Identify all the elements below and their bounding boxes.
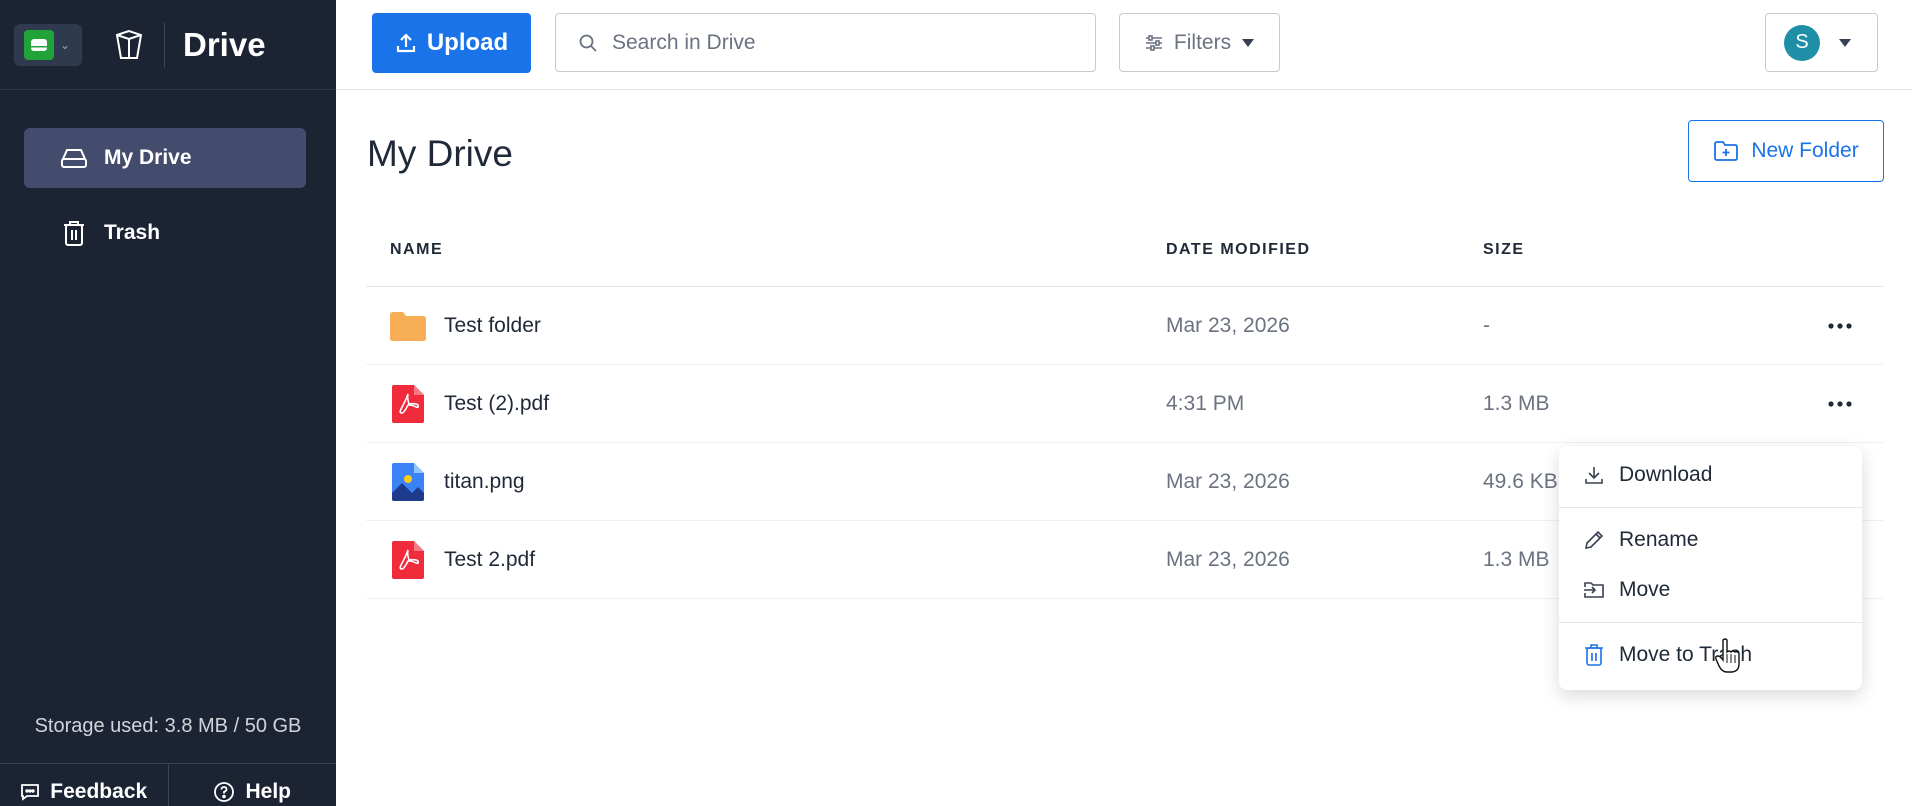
table-header: NAME DATE MODIFIED SIZE xyxy=(366,241,1884,287)
avatar: S xyxy=(1784,24,1820,61)
date-cell: Mar 23, 2026 xyxy=(1166,314,1290,337)
upload-label: Upload xyxy=(426,29,509,56)
brand-logo-icon xyxy=(115,29,143,59)
name-cell: titan.png xyxy=(390,443,525,521)
new-folder-button[interactable]: New Folder xyxy=(1688,120,1884,182)
menu-item-rename[interactable]: Rename xyxy=(1559,515,1862,565)
more-options-button[interactable] xyxy=(1818,365,1862,443)
drive-app-icon xyxy=(24,29,54,60)
date-cell: Mar 23, 2026 xyxy=(1166,548,1290,571)
more-horizontal-icon xyxy=(1828,401,1852,407)
folder-plus-icon xyxy=(1714,141,1739,161)
menu-item-label: Download xyxy=(1619,463,1713,486)
caret-down-icon xyxy=(1242,38,1255,47)
drive-icon xyxy=(60,144,88,172)
feedback-label: Feedback xyxy=(50,780,148,803)
sidebar-item-trash[interactable]: Trash xyxy=(24,203,306,263)
app-switcher[interactable]: ⌄ xyxy=(14,23,82,66)
file-name: Test folder xyxy=(444,314,541,337)
pencil-icon xyxy=(1584,530,1604,550)
feedback-button[interactable]: Feedback xyxy=(0,764,169,806)
column-header-name[interactable]: NAME xyxy=(390,241,443,259)
feedback-icon xyxy=(21,784,40,801)
menu-item-move-to-trash[interactable]: Move to Trash xyxy=(1559,630,1862,680)
file-name: Test (2).pdf xyxy=(444,392,550,415)
image-file-icon xyxy=(390,463,426,501)
size-cell: 49.6 KB xyxy=(1483,470,1558,493)
divider xyxy=(164,21,165,68)
account-menu-button[interactable]: S xyxy=(1765,13,1878,72)
hand-cursor-icon xyxy=(1715,638,1740,673)
sidebar-item-label: My Drive xyxy=(104,146,192,169)
help-icon xyxy=(214,782,235,802)
chevron-down-icon: ⌄ xyxy=(60,37,71,52)
storage-usage: Storage used: 3.8 MB / 50 GB xyxy=(34,715,302,737)
menu-item-label: Rename xyxy=(1619,528,1699,551)
upload-button[interactable]: Upload xyxy=(372,13,531,73)
pdf-file-icon xyxy=(390,541,426,579)
date-cell: 4:31 PM xyxy=(1166,392,1245,415)
name-cell: Test folder xyxy=(390,287,541,365)
column-header-size[interactable]: SIZE xyxy=(1483,241,1525,259)
menu-item-download[interactable]: Download xyxy=(1559,450,1862,500)
size-cell: 1.3 MB xyxy=(1483,548,1550,571)
size-cell: 1.3 MB xyxy=(1483,392,1550,415)
filters-button[interactable]: Filters xyxy=(1119,13,1280,72)
menu-divider xyxy=(1559,507,1862,508)
help-label: Help xyxy=(245,780,291,803)
menu-item-label: Move xyxy=(1619,578,1671,601)
column-header-date-modified[interactable]: DATE MODIFIED xyxy=(1166,241,1311,259)
folder-icon xyxy=(390,307,426,345)
caret-down-icon xyxy=(1839,38,1851,47)
sidebar-item-label: Trash xyxy=(104,221,161,244)
filters-label: Filters xyxy=(1173,30,1232,54)
name-cell: Test 2.pdf xyxy=(390,521,535,599)
pdf-file-icon xyxy=(390,385,426,423)
more-options-button[interactable] xyxy=(1818,287,1862,365)
download-icon xyxy=(1585,467,1603,484)
size-cell: - xyxy=(1483,314,1490,337)
sliders-icon xyxy=(1145,34,1162,51)
sidebar-item-my-drive[interactable]: My Drive xyxy=(24,128,306,188)
trash-icon xyxy=(1585,644,1603,666)
file-context-menu: Download Rename Move Move to Trash xyxy=(1559,446,1862,690)
date-cell: Mar 23, 2026 xyxy=(1166,470,1290,493)
more-horizontal-icon xyxy=(1828,323,1852,329)
help-button[interactable]: Help xyxy=(169,764,337,806)
search-input[interactable] xyxy=(612,30,1072,55)
file-name: Test 2.pdf xyxy=(444,548,536,571)
trash-icon xyxy=(60,219,88,247)
name-cell: Test (2).pdf xyxy=(390,365,549,443)
search-icon xyxy=(579,34,597,52)
sidebar: ⌄ Drive My Drive Trash Storage used: 3.8… xyxy=(0,0,336,806)
sidebar-footer: Feedback Help xyxy=(0,763,336,806)
sidebar-header: ⌄ Drive xyxy=(0,0,336,90)
file-name: titan.png xyxy=(444,470,525,493)
top-bar: Upload Filters S xyxy=(336,0,1912,90)
page-title: My Drive xyxy=(367,133,513,174)
sidebar-nav: My Drive Trash xyxy=(24,128,306,278)
table-row[interactable]: Test (2).pdf 4:31 PM 1.3 MB xyxy=(366,365,1884,443)
new-folder-label: New Folder xyxy=(1751,139,1859,162)
upload-icon xyxy=(396,33,415,53)
app-title: Drive xyxy=(183,25,266,63)
menu-item-move[interactable]: Move xyxy=(1559,565,1862,615)
menu-divider xyxy=(1559,622,1862,623)
table-row[interactable]: Test folder Mar 23, 2026 - xyxy=(366,287,1884,365)
search-box[interactable] xyxy=(555,13,1096,72)
move-folder-icon xyxy=(1584,582,1604,598)
